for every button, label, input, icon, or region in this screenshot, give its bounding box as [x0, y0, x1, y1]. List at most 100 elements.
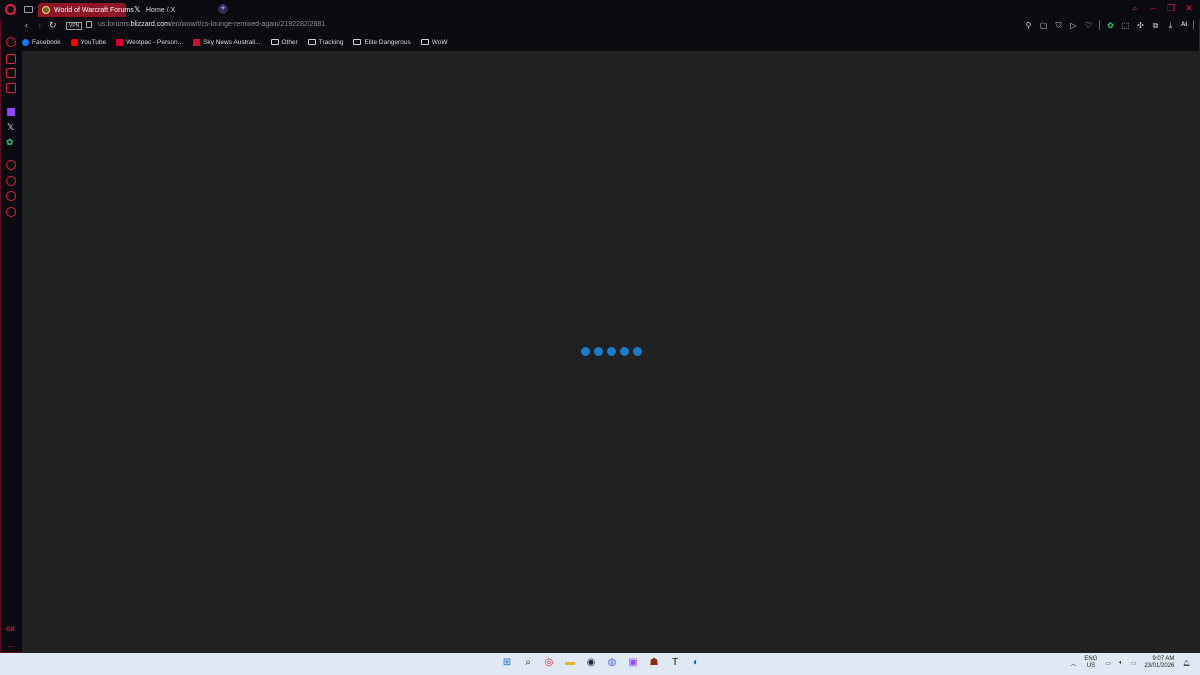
steam-icon[interactable]: ◉ [584, 656, 598, 670]
tab-title: World of Warcraft Forums [54, 6, 134, 14]
skynews-icon [193, 38, 201, 46]
extension-icon[interactable]: ✣ [1136, 21, 1145, 30]
clock[interactable]: 9:07 AM 23/01/2026 [1144, 656, 1174, 670]
bookmark-facebook[interactable]: Facebook [22, 38, 61, 46]
whatsapp-icon[interactable]: ✿ [6, 137, 14, 148]
bookmark-folder-elite[interactable]: Elite Dangerous [353, 38, 411, 46]
opera-gx-icon[interactable]: ◎ [542, 656, 556, 670]
bookmark-youtube[interactable]: YouTube [70, 38, 106, 46]
gx-extension-icon[interactable]: ✿ [1106, 21, 1115, 30]
windows-taskbar: ⊞ ⌕ ◎ ▬ ◉ ◍ ▣ ☗ T ◐ ︿ ENG US ▭ 🔈︎ ▭ 9:07… [0, 653, 1200, 675]
region-code: US [1086, 663, 1096, 669]
download-icon[interactable]: ⤓ [1166, 21, 1175, 30]
westpac-icon [116, 38, 124, 46]
url-domain: blizzard.com [130, 21, 170, 28]
discord-icon[interactable]: ◍ [605, 656, 619, 670]
extensions-icon[interactable] [6, 191, 16, 201]
screenshot-icon[interactable]: ⬚ [1121, 21, 1130, 30]
bookmark-folder-wow[interactable]: WoW [420, 38, 448, 46]
bookmark-skynews[interactable]: Sky News Australi... [193, 38, 261, 46]
clock-time: 9:07 AM [1152, 656, 1175, 662]
folder-icon [307, 39, 316, 45]
folder-icon [420, 39, 429, 45]
settings-icon[interactable] [6, 207, 16, 217]
url-path: /en/wow/t/cs-lounge-remixed-again/219228… [169, 21, 326, 28]
edge-icon[interactable]: ◐ [689, 656, 703, 670]
bookmarks-bar: Facebook YouTube Westpac - Person... Sky… [22, 36, 447, 48]
reload-icon[interactable]: ↻ [49, 20, 57, 31]
folder-icon [270, 39, 279, 45]
network-icon[interactable]: ▭ [1105, 660, 1111, 667]
language-indicator[interactable]: ENG US [1084, 656, 1097, 670]
bookmark-label: WoW [431, 38, 448, 46]
search-tabs-icon[interactable]: ⌕ [1130, 3, 1140, 13]
folder-icon [353, 39, 362, 45]
ai-button[interactable]: AI [1181, 21, 1187, 30]
file-explorer-icon[interactable]: ▬ [563, 656, 577, 670]
loading-indicator [581, 347, 642, 356]
tab-home-x[interactable]: 𝕏 Home / X [130, 3, 210, 17]
share-icon[interactable]: ▷ [1069, 21, 1078, 30]
game-launcher-icon[interactable]: ☗ [647, 656, 661, 670]
facebook-icon [22, 38, 29, 46]
close-icon[interactable]: ✕ [1184, 3, 1194, 13]
history-icon[interactable] [6, 176, 16, 186]
search-icon[interactable]: ⌕ [521, 656, 535, 670]
shield-icon[interactable]: ⛉ [1054, 21, 1063, 30]
bookmark-folder-tracking[interactable]: Tracking [307, 39, 343, 46]
opera-logo-icon[interactable] [5, 4, 16, 15]
minimize-icon[interactable]: – [1148, 3, 1158, 13]
loading-dot [620, 347, 629, 356]
window-controls: ⌕ – ❐ ✕ [1130, 3, 1194, 13]
taskbar-apps: ⊞ ⌕ ◎ ▬ ◉ ◍ ▣ ☗ T ◐ [500, 656, 703, 670]
gx-corner-icon[interactable] [6, 54, 16, 64]
toolbar-separator [1193, 20, 1194, 30]
x-favicon-icon: 𝕏 [134, 5, 141, 14]
bookmark-folder-other[interactable]: Other [270, 38, 298, 46]
gx-control-icon[interactable] [6, 37, 16, 47]
lock-icon[interactable] [86, 21, 92, 28]
battery-icon[interactable]: ▭ [1131, 660, 1137, 667]
bookmark-westpac[interactable]: Westpac - Person... [116, 38, 184, 46]
bookmark-label: Elite Dangerous [364, 38, 411, 46]
tab-wow-forums[interactable]: World of Warcraft Forums [38, 3, 134, 17]
bookmark-label: Westpac - Person... [126, 38, 184, 46]
snapshot-icon[interactable]: ▢ [1039, 21, 1048, 30]
player-icon[interactable] [6, 83, 16, 93]
system-tray: ︿ ENG US ▭ 🔈︎ ▭ 9:07 AM 23/01/2026 🔔︎ [1070, 656, 1190, 670]
tab-bar: World of Warcraft Forums 𝕏 Home / X + ⌕ … [0, 0, 1200, 19]
loading-dot [607, 347, 616, 356]
volume-icon[interactable]: 🔈︎ [1119, 660, 1123, 667]
language-code: ENG [1084, 656, 1098, 662]
loading-dot [581, 347, 590, 356]
back-icon[interactable]: ‹ [25, 20, 28, 30]
youtube-icon [70, 38, 78, 46]
page-content [22, 51, 1200, 653]
twitch-app-icon[interactable]: ▣ [626, 656, 640, 670]
twitch-icon[interactable] [7, 108, 15, 116]
more-icon[interactable]: ··· [7, 642, 15, 651]
play-icon[interactable] [6, 160, 16, 170]
address-bar-row: ‹ › ↻ VPN us.forums.blizzard.com/en/wow/… [22, 19, 1200, 33]
tab-menu-icon[interactable] [24, 6, 33, 13]
pin-icon[interactable]: ⚲ [1024, 21, 1033, 30]
tray-expand-icon[interactable]: ︿ [1070, 659, 1076, 668]
gx-label[interactable]: GX [6, 627, 15, 633]
loading-dot [594, 347, 603, 356]
bookmark-label: Sky News Australi... [203, 38, 261, 46]
url-field[interactable]: us.forums.blizzard.com/en/wow/t/cs-loung… [98, 21, 325, 28]
bookmark-label: Other [281, 38, 298, 46]
shop-icon[interactable] [6, 68, 16, 78]
forward-icon[interactable]: › [38, 20, 41, 30]
bookmark-label: Facebook [32, 38, 61, 46]
puzzle-icon[interactable]: ⧉ [1151, 21, 1160, 30]
x-icon[interactable]: 𝕏 [7, 122, 14, 133]
new-tab-button[interactable]: + [218, 4, 228, 14]
restore-icon[interactable]: ❐ [1166, 3, 1176, 13]
start-icon[interactable]: ⊞ [500, 656, 514, 670]
heart-icon[interactable]: ♡ [1084, 21, 1093, 30]
notifications-icon[interactable]: 🔔︎ [1182, 660, 1190, 667]
vpn-badge[interactable]: VPN [66, 22, 83, 30]
toolbar-icons: ⚲ ▢ ⛉ ▷ ♡ ✿ ⬚ ✣ ⧉ ⤓ AI [1024, 20, 1194, 30]
t-app-icon[interactable]: T [668, 656, 682, 670]
